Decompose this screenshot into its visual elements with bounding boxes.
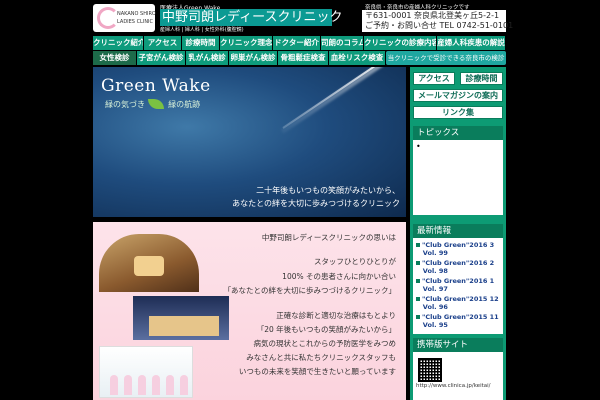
clinic-title[interactable]: 中野司朗レディースクリニック	[160, 9, 342, 26]
nav-column[interactable]: 司朗のコラム	[321, 36, 363, 50]
news-item[interactable]: "Club Green"2015 11 Vol. 95	[416, 313, 499, 329]
main-nav: クリニック紹介 アクセス 診療時間 クリニック理念 ドクター紹介 司朗のコラム …	[93, 36, 506, 50]
message-line: 正確な診断と適切な治療はもとより	[276, 311, 396, 320]
topics-heading: トピックス	[413, 126, 503, 140]
hero-subtitle-b: 緑の航跡	[168, 100, 201, 109]
logo-text-2: LADIES CLINIC	[117, 19, 154, 25]
nav-thrombosis[interactable]: 血栓リスク検査	[329, 51, 385, 65]
news-item[interactable]: "Club Green"2016 1 Vol. 97	[416, 277, 494, 293]
news-panel: "Club Green"2016 3 Vol. 99 "Club Green"2…	[413, 238, 503, 334]
message-line: スタッフひとりひとりが	[313, 257, 396, 266]
news-heading: 最新情報	[413, 224, 503, 238]
hero-banner: Green Wake 緑の気づき 緑の航跡 二十年後もいつもの笑顔がみたいから、…	[93, 67, 406, 217]
sidebar-links-button[interactable]: リンク集	[413, 106, 503, 119]
nav-hours[interactable]: 診療時間	[182, 36, 219, 50]
hero-line-1: 二十年後もいつもの笑顔がみたいから、	[256, 186, 400, 195]
nav-diseases[interactable]: 産婦人科疾患の解説	[437, 36, 505, 50]
clinic-tagline: 産婦人科 | 婦人科 | 女性外科(腹腔鏡)	[160, 27, 244, 33]
logo-text-1: NAKANO SHIRO	[117, 11, 156, 17]
message-line: 「あなたとの絆を大切に歩みつづけるクリニック」	[223, 286, 396, 295]
qr-code-icon	[418, 358, 442, 382]
sidebar: アクセス 診療時間 メールマガジンの案内 リンク集 トピックス • 最新情報 "…	[410, 67, 506, 400]
hero-title: Green Wake	[101, 76, 211, 96]
exam-nav: 女性検診 子宮がん検診 乳がん検診 卵巣がん検診 骨粗鬆症検査 血栓リスク検査 …	[93, 51, 506, 65]
message-line: いつもの未来を笑顔で生きたいと願っています	[238, 367, 396, 376]
message-line: 中野司朗レディースクリニックの思いは	[261, 233, 396, 242]
news-item[interactable]: "Club Green"2016 2 Vol. 98	[416, 259, 494, 275]
boat-wake-glow	[280, 67, 383, 134]
topics-item[interactable]: •	[416, 142, 421, 151]
message-line: 100% その患者さんに向かい合い	[282, 272, 396, 281]
sidebar-mailmag-button[interactable]: メールマガジンの案内	[413, 89, 503, 102]
nav-cervical-cancer[interactable]: 子宮がん検診	[137, 51, 185, 65]
hero-line-2: あなたとの絆を大切に歩みつづけるクリニック	[232, 199, 400, 208]
nav-services[interactable]: クリニックの診療内容	[364, 36, 436, 50]
logo-mark-icon	[97, 7, 119, 29]
clinic-message-section: 中野司朗レディースクリニックの思いは スタッフひとりひとりが 100% その患者…	[93, 222, 406, 400]
hero-subtitle-a: 緑の気づき	[105, 100, 145, 109]
news-item[interactable]: "Club Green"2016 3 Vol. 99	[416, 241, 494, 257]
message-line: 病気の現状とこれからの予防医学をみつめ	[253, 339, 397, 348]
sidebar-access-button[interactable]: アクセス	[413, 72, 455, 85]
message-line: みなさんと共に私たちクリニックスタッフも	[246, 353, 396, 362]
mobile-url-link[interactable]: http://www.clinica.jp/keitai/	[416, 383, 491, 389]
nav-womens-exam[interactable]: 女性検診	[93, 51, 136, 65]
nav-breast-cancer[interactable]: 乳がん検診	[186, 51, 228, 65]
staff-photo	[99, 346, 193, 398]
interior-photo	[99, 234, 199, 292]
nav-nara-exams[interactable]: 当クリニックで受診できる奈良市の検診	[386, 51, 506, 65]
nav-clinic-intro[interactable]: クリニック紹介	[93, 36, 143, 50]
sidebar-hours-button[interactable]: 診療時間	[460, 72, 503, 85]
nav-osteoporosis[interactable]: 骨粗鬆症検査	[278, 51, 328, 65]
topics-panel: •	[413, 140, 503, 215]
nav-philosophy[interactable]: クリニック理念	[220, 36, 272, 50]
nav-doctor[interactable]: ドクター紹介	[273, 36, 320, 50]
mobile-heading: 携帯版サイト	[413, 338, 503, 352]
phone-line: ご予約・お問い合せ TEL 0742-51-0101	[365, 21, 514, 30]
nav-access[interactable]: アクセス	[144, 36, 181, 50]
message-line: 「20 年後もいつもの笑顔がみたいから」	[256, 325, 396, 334]
nav-ovarian-cancer[interactable]: 卵巣がん検診	[229, 51, 277, 65]
news-item[interactable]: "Club Green"2015 12 Vol. 96	[416, 295, 499, 311]
clinic-logo[interactable]: NAKANO SHIRO LADIES CLINIC	[93, 4, 156, 32]
building-photo	[133, 296, 229, 340]
address-line: 〒631-0001 奈良県北登美ヶ丘5-2-1	[365, 11, 500, 20]
address-box: 〒631-0001 奈良県北登美ヶ丘5-2-1 ご予約・お問い合せ TEL 07…	[362, 10, 514, 32]
